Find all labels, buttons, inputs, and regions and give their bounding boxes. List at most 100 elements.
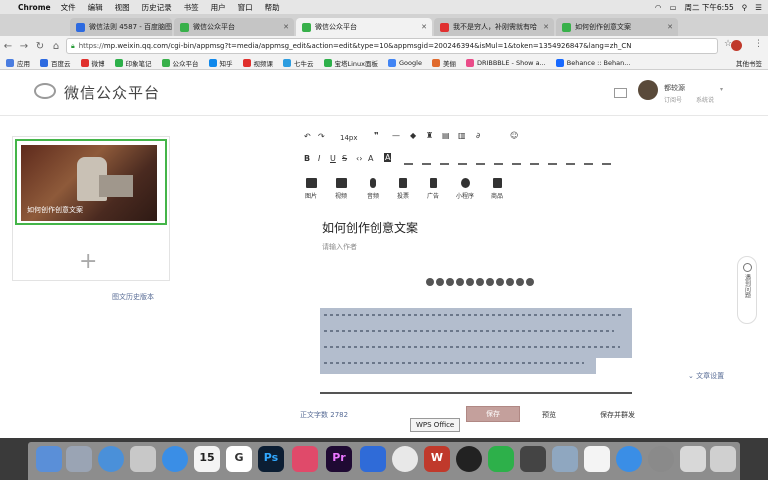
background-color-icon[interactable]: A [384, 153, 392, 162]
avatar[interactable] [638, 80, 658, 100]
menu-history[interactable]: 历史记录 [142, 2, 172, 13]
menu-people[interactable]: 用户 [211, 2, 226, 13]
insert-ad-button[interactable]: 广告 [420, 178, 446, 200]
bookmark-item[interactable]: 知乎 [208, 58, 233, 68]
photoshop-icon[interactable]: Ps [258, 446, 284, 472]
preview-button[interactable]: 预览 [542, 410, 556, 420]
insert-vote-button[interactable]: 投票 [390, 178, 416, 200]
mp-title[interactable]: 微信公众平台 [64, 82, 160, 103]
font-size-select[interactable]: 14px [340, 134, 358, 142]
battery-icon[interactable]: ▭ [669, 3, 676, 12]
font-color-icon[interactable]: A [368, 154, 373, 163]
letter-spacing-icon[interactable] [548, 156, 557, 165]
profile-avatar-icon[interactable] [731, 40, 742, 51]
indent-icon[interactable] [476, 156, 485, 165]
system-preferences-icon[interactable] [648, 446, 674, 472]
notes-icon[interactable] [584, 446, 610, 472]
emoji-icon[interactable]: ☺ [510, 131, 518, 140]
history-version-link[interactable]: 图文历史版本 [112, 292, 154, 302]
bookmark-item[interactable]: 微博 [80, 58, 105, 68]
link-icon[interactable]: ∂ [476, 131, 480, 140]
bookmark-item[interactable]: Google [388, 58, 422, 67]
justify-icon[interactable] [458, 156, 467, 165]
browser-tab[interactable]: 微信公众平台 ✕ [174, 18, 294, 36]
insert-audio-button[interactable]: 音频 [360, 178, 386, 200]
browser-tab[interactable]: 我不是穷人，补刚需就有哈 ✕ [434, 18, 554, 36]
menu-dots-icon[interactable]: ⋮ [754, 39, 763, 49]
article-body-selection[interactable] [320, 308, 632, 374]
wifi-icon[interactable]: ◠ [655, 3, 662, 12]
app-store-icon[interactable] [162, 446, 188, 472]
account-sys-link[interactable]: 系统说 [696, 95, 714, 104]
safari-icon[interactable] [98, 446, 124, 472]
bookmark-item[interactable]: 应用 [6, 58, 30, 68]
strikethrough-icon[interactable]: S [342, 154, 347, 163]
menu-help[interactable]: 帮助 [265, 2, 280, 13]
chevron-down-icon[interactable]: ▾ [720, 86, 723, 93]
quote-icon[interactable]: ❞ [374, 131, 379, 140]
bookmark-item[interactable]: 美俪 [431, 58, 456, 68]
trash-icon[interactable] [710, 446, 736, 472]
menu-bookmarks[interactable]: 书签 [184, 2, 199, 13]
menubar-app-name[interactable]: Chrome [18, 3, 51, 12]
insert-video-button[interactable]: 视频 [328, 178, 354, 200]
line-height-icon[interactable] [512, 156, 521, 165]
qq-icon[interactable] [456, 446, 482, 472]
save-and-publish-button[interactable]: 保存并群发 [600, 410, 635, 420]
finder-icon[interactable] [36, 446, 62, 472]
sketch-icon[interactable]: G [226, 446, 252, 472]
save-button[interactable]: 保存 [466, 406, 520, 422]
divider-icon[interactable]: — [392, 131, 400, 140]
music-icon[interactable] [292, 446, 318, 472]
fonts-icon[interactable] [552, 446, 578, 472]
address-bar[interactable]: 🔒︎ https:// mp.weixin.qq.com/cgi-bin/app… [66, 38, 718, 54]
close-icon[interactable]: ✕ [283, 23, 289, 31]
menubar-clock[interactable]: 周二 下午6:55 [685, 2, 734, 13]
align-left-icon[interactable] [404, 156, 413, 165]
premiere-icon[interactable]: Pr [326, 446, 352, 472]
bold-icon[interactable]: B [304, 154, 310, 163]
help-float-button[interactable]: 遇到问题 [737, 256, 757, 324]
other-bookmarks[interactable]: 其他书签 [736, 58, 762, 68]
menu-view[interactable]: 视图 [115, 2, 130, 13]
menu-list-icon[interactable]: ☰ [755, 3, 762, 12]
doc-icon[interactable]: ▥ [458, 131, 466, 140]
bookmark-item[interactable]: Behance :: Behan... [555, 58, 630, 67]
bookmark-item[interactable]: 公众平台 [161, 58, 199, 68]
close-icon[interactable]: ✕ [543, 23, 549, 31]
browser-tab-active[interactable]: 微信公众平台 ✕ [296, 18, 432, 36]
ordered-list-icon[interactable] [566, 156, 575, 165]
author-input[interactable]: 请输入作者 [322, 242, 357, 252]
code-icon[interactable]: ‹› [356, 154, 362, 163]
menu-file[interactable]: 文件 [61, 2, 76, 13]
article-card[interactable]: 如何创作创意文案 [15, 139, 167, 225]
redo-icon[interactable]: ↷ [318, 132, 325, 141]
align-right-icon[interactable] [440, 156, 449, 165]
mail-icon[interactable] [614, 88, 627, 98]
editor-scrollbar[interactable] [320, 392, 632, 394]
reload-icon[interactable]: ↻ [32, 41, 48, 52]
disk-icon[interactable] [680, 446, 706, 472]
align-center-icon[interactable] [422, 156, 431, 165]
article-settings-link[interactable]: ⌄ 文章设置 [688, 371, 724, 381]
insert-miniprogram-button[interactable]: 小程序 [452, 178, 478, 200]
bookmark-item[interactable]: 百度云 [40, 58, 71, 68]
calendar-icon[interactable]: 15 [194, 446, 220, 472]
undo-icon[interactable]: ↶ [304, 132, 311, 141]
article-title-input[interactable]: 如何创作创意文案 [322, 219, 418, 236]
underline-icon[interactable]: U [330, 154, 336, 163]
bookmark-item[interactable]: 七牛云 [283, 58, 314, 68]
wps-icon[interactable]: W [424, 446, 450, 472]
template-icon[interactable]: ▤ [442, 131, 450, 140]
menu-window[interactable]: 窗口 [238, 2, 253, 13]
preview-icon[interactable] [130, 446, 156, 472]
wechat-logo-icon[interactable] [34, 83, 56, 99]
back-icon[interactable]: ← [0, 41, 16, 52]
wechat-icon[interactable] [488, 446, 514, 472]
bookmark-item[interactable]: 视频课 [242, 58, 273, 68]
outdent-icon[interactable] [494, 156, 503, 165]
spacing-icon[interactable] [530, 156, 539, 165]
account-name[interactable]: 都较源 [664, 83, 685, 93]
browser-tab[interactable]: 微信法则 4587 - 百度脑图 [70, 18, 172, 36]
format-brush-icon[interactable]: ♜ [426, 131, 433, 140]
